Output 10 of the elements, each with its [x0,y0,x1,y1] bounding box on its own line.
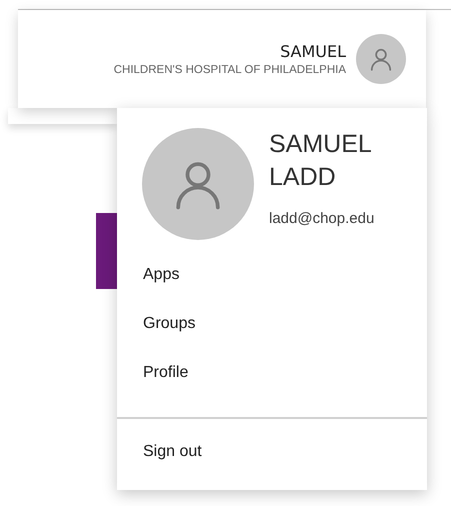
menu-item[interactable]: Sign out [117,427,427,476]
menu-item[interactable]: Groups [117,299,427,348]
menu-item[interactable]: Apps [117,250,427,299]
user-name: SAMUEL [280,42,346,61]
person-icon [368,46,394,72]
user-email: ladd@chop.edu [269,210,376,227]
avatar[interactable] [356,34,406,84]
organization-name: CHILDREN'S HOSPITAL OF PHILADELPHIA [114,64,346,76]
menu-item[interactable]: Profile [117,348,427,397]
user-full-name: SAMUEL LADD [269,129,372,193]
